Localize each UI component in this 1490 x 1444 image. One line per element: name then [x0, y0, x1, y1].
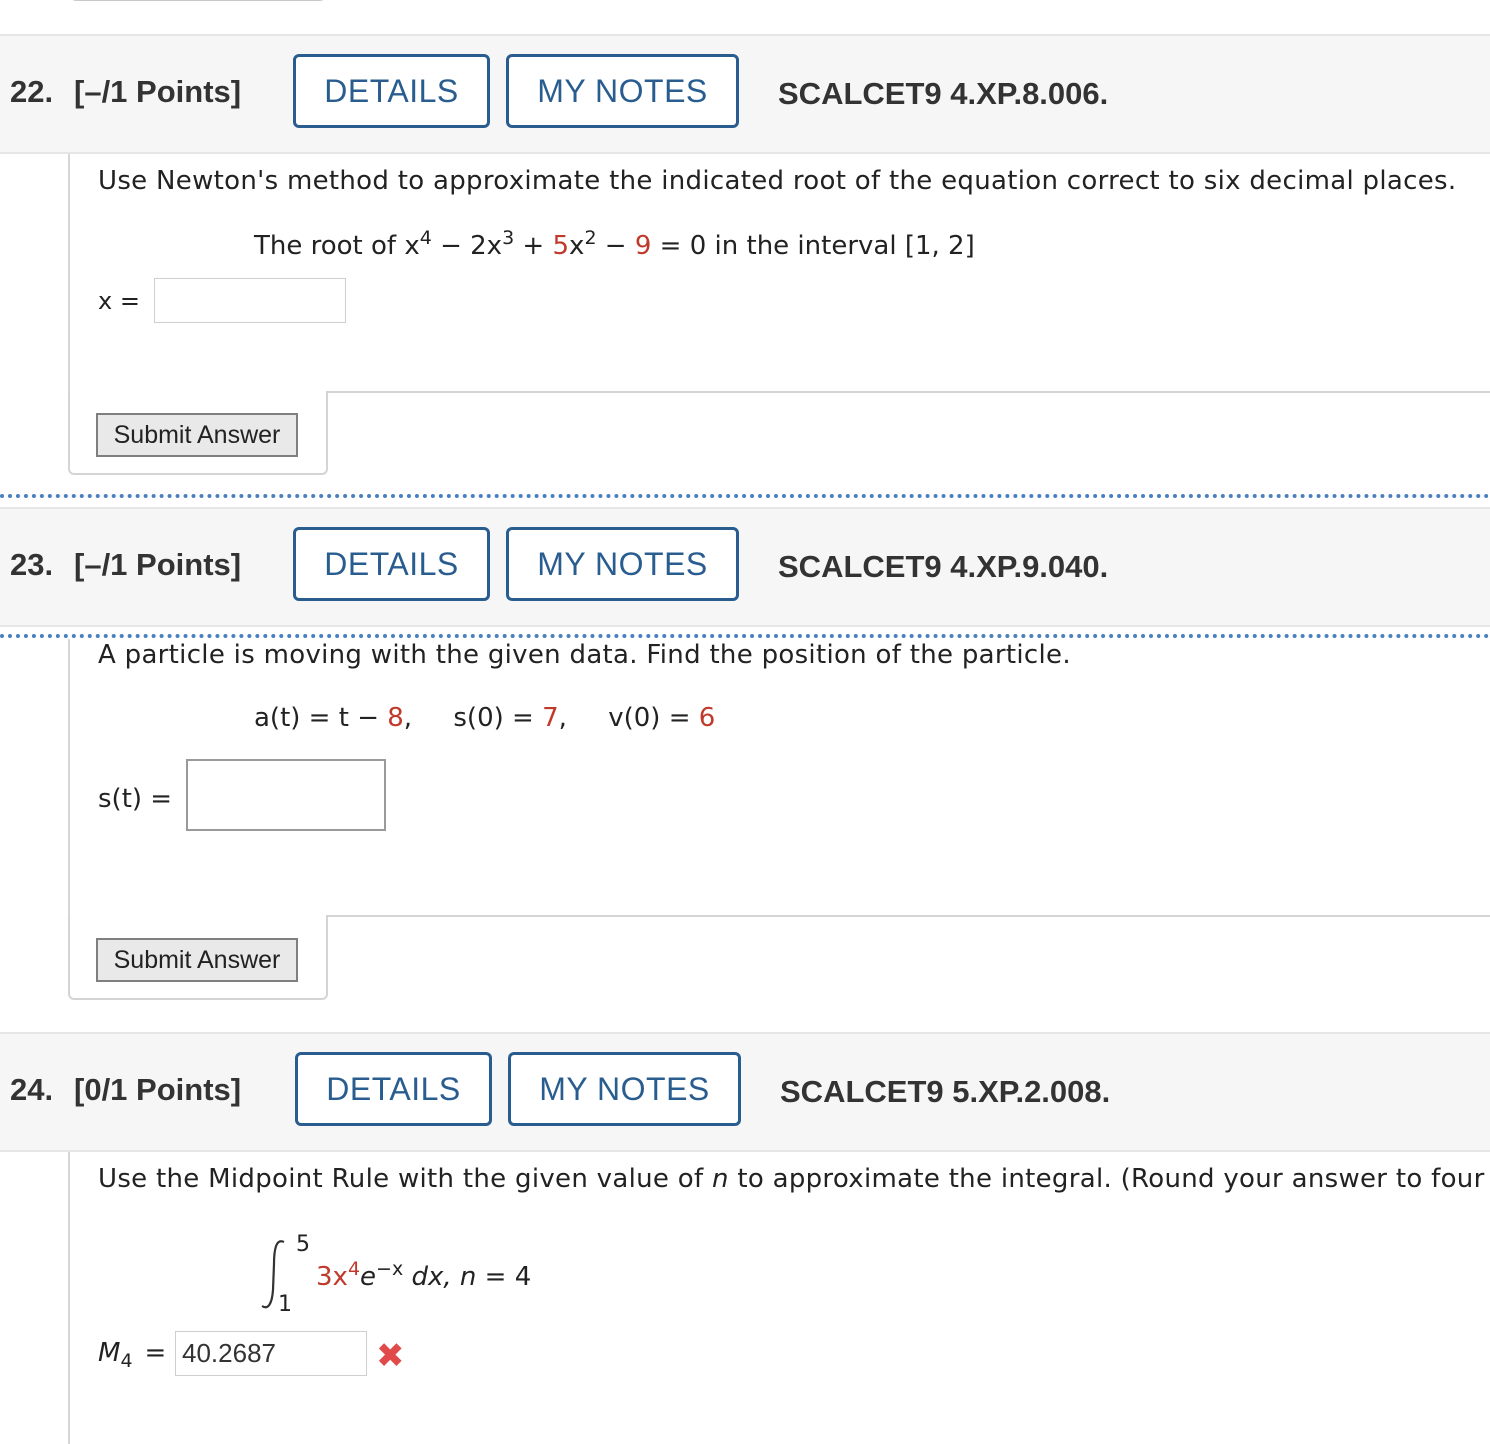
my-notes-button[interactable]: MY NOTES: [508, 1052, 741, 1126]
subinterval-variable: n: [459, 1262, 477, 1292]
divider: [324, 915, 1490, 917]
integrand-base: e: [360, 1262, 377, 1292]
details-button[interactable]: DETAILS: [293, 54, 490, 128]
focus-divider: [0, 494, 1490, 498]
previous-question-tab: [70, 0, 326, 1]
integrand: 3x4e−x dx, n = 4: [316, 1260, 532, 1293]
question-prompt: Use Newton's method to approximate the i…: [98, 166, 1457, 196]
question-code: SCALCET9 4.XP.8.006.: [778, 76, 1109, 111]
equation-display: The root of x4 − 2x3 + 5x2 − 9 = 0 in th…: [254, 229, 975, 262]
exponent: −x: [376, 1258, 404, 1280]
exponent: 3: [502, 227, 515, 249]
given-constant: 9: [634, 231, 652, 261]
exponent: 4: [419, 227, 432, 249]
integrand-differential: dx,: [403, 1262, 460, 1292]
my-notes-button[interactable]: MY NOTES: [506, 54, 739, 128]
equation-term: − 2x: [431, 231, 503, 261]
exponent: 2: [584, 227, 597, 249]
equals-sign: =: [144, 1338, 167, 1368]
equation-tail: = 0 in the interval [1, 2]: [651, 231, 975, 261]
details-button[interactable]: DETAILS: [293, 527, 490, 601]
answer-label: s(t) =: [98, 784, 173, 814]
question-number: 22.: [10, 74, 54, 109]
question-code: SCALCET9 5.XP.2.008.: [780, 1074, 1111, 1109]
focus-divider: [0, 634, 1490, 638]
initial-velocity-expr: , v(0) =: [558, 703, 699, 733]
question-prompt: Use the Midpoint Rule with the given val…: [98, 1164, 1490, 1194]
initial-position-expr: , s(0) =: [403, 703, 543, 733]
subinterval-value: = 4: [476, 1262, 532, 1292]
points-label: [–/1 Points]: [74, 547, 242, 582]
question-prompt: A particle is moving with the given data…: [98, 640, 1071, 670]
given-value: 7: [542, 703, 559, 733]
answer-input[interactable]: [154, 278, 346, 323]
subscript: 4: [120, 1350, 133, 1372]
details-button[interactable]: DETAILS: [295, 1052, 492, 1126]
points-label: [–/1 Points]: [74, 74, 242, 109]
incorrect-x-icon: ✖: [376, 1337, 405, 1375]
equation-lead: The root of x: [254, 231, 420, 261]
acceleration-expr: a(t) = t −: [254, 703, 388, 733]
integral-lower-limit: 1: [278, 1292, 292, 1317]
prompt-variable-n: n: [711, 1164, 729, 1194]
prompt-text: Use the Midpoint Rule with the given val…: [98, 1164, 712, 1194]
given-coefficient: 5: [552, 231, 570, 261]
given-value: 6: [698, 703, 716, 733]
question-code: SCALCET9 4.XP.9.040.: [778, 549, 1109, 584]
question-number: 23.: [10, 547, 54, 582]
integrand-term: 3x: [316, 1262, 348, 1292]
equation-term: x: [569, 231, 585, 261]
equation-term: +: [514, 231, 553, 261]
answer-label: x =: [98, 287, 140, 315]
submit-answer-button[interactable]: Submit Answer: [96, 938, 298, 982]
divider: [324, 391, 1490, 393]
given-value: 8: [387, 703, 404, 733]
submit-answer-button[interactable]: Submit Answer: [96, 413, 298, 457]
answer-label: M4 =: [98, 1338, 167, 1371]
my-notes-button[interactable]: MY NOTES: [506, 527, 739, 601]
equation-term: −: [596, 231, 635, 261]
exponent: 4: [347, 1258, 361, 1280]
given-data: a(t) = t − 8, s(0) = 7, v(0) = 6: [254, 703, 715, 733]
points-label: [0/1 Points]: [74, 1072, 242, 1107]
answer-input[interactable]: [175, 1331, 367, 1376]
answer-input[interactable]: [186, 759, 386, 831]
integral-upper-limit: 5: [296, 1232, 310, 1257]
midpoint-symbol: M: [98, 1338, 121, 1368]
prompt-text: to approximate the integral. (Round your…: [728, 1164, 1490, 1194]
question-number: 24.: [10, 1072, 54, 1107]
